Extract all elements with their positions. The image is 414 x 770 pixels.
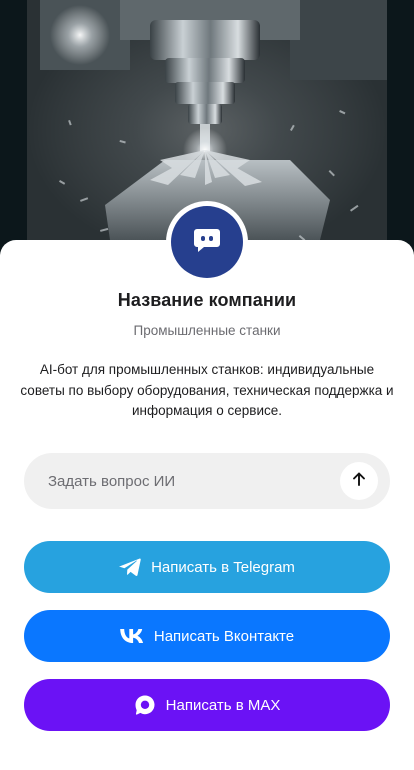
ask-ai-input[interactable]: [24, 452, 340, 510]
send-button[interactable]: [340, 462, 378, 500]
write-telegram-button[interactable]: Написать в Telegram: [24, 541, 390, 593]
page: Название компании Промышленные станки AI…: [0, 0, 414, 770]
write-max-button[interactable]: Написать в MAX: [24, 679, 390, 731]
telegram-icon: [119, 558, 141, 577]
write-vk-button[interactable]: Написать Вконтакте: [24, 610, 390, 662]
company-description: AI-бот для промышленных станков: индивид…: [20, 362, 394, 418]
company-avatar: [166, 201, 248, 283]
chat-bot-icon: [192, 226, 222, 259]
ask-ai-field: [24, 452, 390, 510]
avatar-circle: [171, 206, 243, 278]
max-icon: [134, 694, 156, 716]
write-telegram-label: Написать в Telegram: [151, 558, 295, 576]
arrow-up-icon: [351, 471, 367, 492]
company-name: Название компании: [117, 290, 297, 310]
vk-icon: [120, 629, 144, 643]
write-max-label: Написать в MAX: [165, 696, 281, 714]
company-subtitle: Промышленные станки: [133, 323, 281, 338]
write-vk-label: Написать Вконтакте: [153, 627, 295, 645]
